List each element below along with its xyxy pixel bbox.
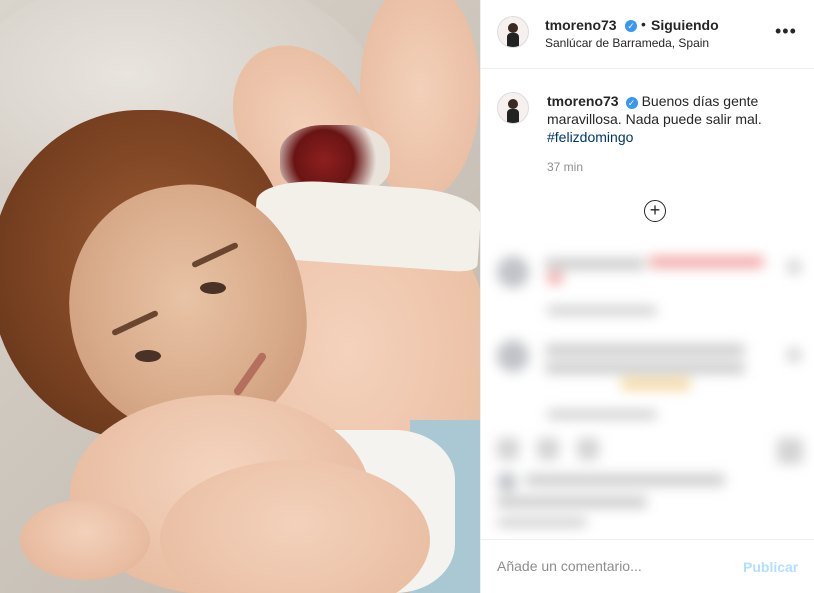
- post-header: tmoreno73 ✓ • Siguiendo Sanlúcar de Barr…: [481, 0, 814, 69]
- author-avatar[interactable]: [497, 16, 529, 48]
- verified-badge-icon: ✓: [625, 20, 637, 32]
- blurred-text: [545, 362, 745, 374]
- caption-author-avatar[interactable]: [497, 92, 529, 124]
- photo-baby-foot: [20, 500, 150, 580]
- blurred-action-icon: [777, 438, 803, 464]
- blurred-text: [649, 256, 764, 268]
- post-photo[interactable]: [0, 0, 480, 593]
- header-separator: •: [641, 16, 646, 32]
- blurred-text: [621, 378, 691, 390]
- blurred-text: [545, 258, 645, 270]
- blurred-comments-area: [481, 240, 814, 540]
- comment-bar: Publicar: [481, 539, 814, 593]
- blurred-text: [547, 410, 657, 419]
- blurred-text: [547, 272, 563, 284]
- post-caption: tmoreno73 ✓ Buenos días gente maravillosa.…: [547, 92, 797, 146]
- verified-badge-icon: ✓: [625, 97, 638, 109]
- blurred-avatar: [497, 472, 517, 492]
- publish-button[interactable]: Publicar: [743, 559, 798, 575]
- blurred-avatar: [497, 340, 529, 372]
- blurred-action-icon: [497, 438, 519, 460]
- blurred-like-icon: [787, 260, 801, 274]
- hashtag-link[interactable]: #felizdomingo: [547, 129, 633, 145]
- caption-username[interactable]: tmoreno73: [547, 93, 619, 109]
- photo-eye: [200, 282, 226, 294]
- author-username[interactable]: tmoreno73: [545, 17, 617, 33]
- post-timestamp[interactable]: 37 min: [547, 160, 583, 174]
- blurred-action-icon: [577, 438, 599, 460]
- blurred-action-icon: [537, 438, 559, 460]
- more-options-icon[interactable]: •••: [775, 22, 797, 40]
- photo-eye: [135, 350, 161, 362]
- blurred-like-icon: [787, 348, 801, 362]
- blurred-text: [497, 518, 587, 527]
- post-side-panel: tmoreno73 ✓ • Siguiendo Sanlúcar de Barr…: [480, 0, 814, 593]
- blurred-text: [525, 474, 725, 486]
- comment-input[interactable]: [497, 558, 727, 574]
- blurred-text: [547, 306, 657, 315]
- blurred-text: [497, 496, 647, 508]
- following-button[interactable]: Siguiendo: [651, 17, 719, 33]
- plus-circle-icon[interactable]: +: [644, 200, 666, 222]
- blurred-avatar: [497, 256, 529, 288]
- blurred-text: [545, 344, 745, 356]
- post-location-link[interactable]: Sanlúcar de Barrameda, Spain: [545, 36, 709, 50]
